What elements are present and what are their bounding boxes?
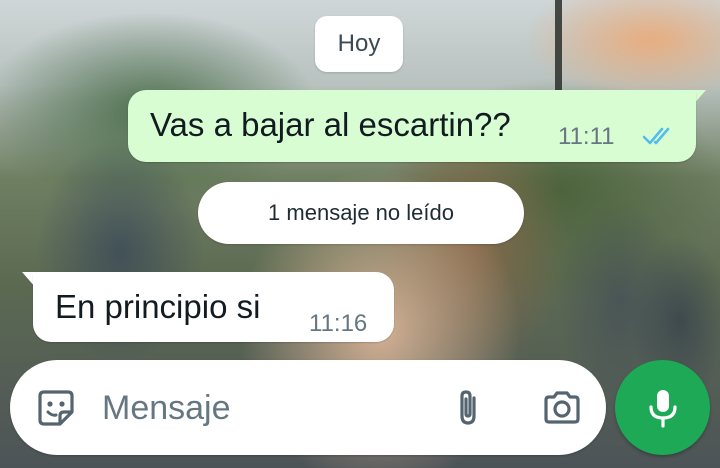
message-input[interactable] <box>102 380 422 436</box>
unread-messages-chip: 1 mensaje no leído <box>198 182 524 244</box>
message-text: Vas a bajar al escartin?? <box>150 106 511 143</box>
message-composer <box>10 360 606 455</box>
camera-button[interactable] <box>540 386 584 430</box>
message-text: En principio si <box>55 288 261 325</box>
outgoing-message-bubble[interactable]: Vas a bajar al escartin?? 11:11 <box>128 90 696 162</box>
paperclip-icon <box>460 390 476 425</box>
sticker-button[interactable] <box>34 386 78 430</box>
voice-message-button[interactable] <box>615 360 710 455</box>
date-chip: Hoy <box>315 16 403 72</box>
message-time: 11:11 <box>558 123 615 150</box>
camera-icon <box>544 391 580 424</box>
message-time: 11:16 <box>309 310 368 337</box>
incoming-message-bubble[interactable]: En principio si 11:16 <box>33 272 394 342</box>
attach-button[interactable] <box>446 386 490 430</box>
sticker-icon <box>38 390 74 426</box>
read-ticks-icon <box>642 127 670 145</box>
microphone-icon <box>649 390 677 428</box>
wallpaper-detail <box>555 0 562 100</box>
